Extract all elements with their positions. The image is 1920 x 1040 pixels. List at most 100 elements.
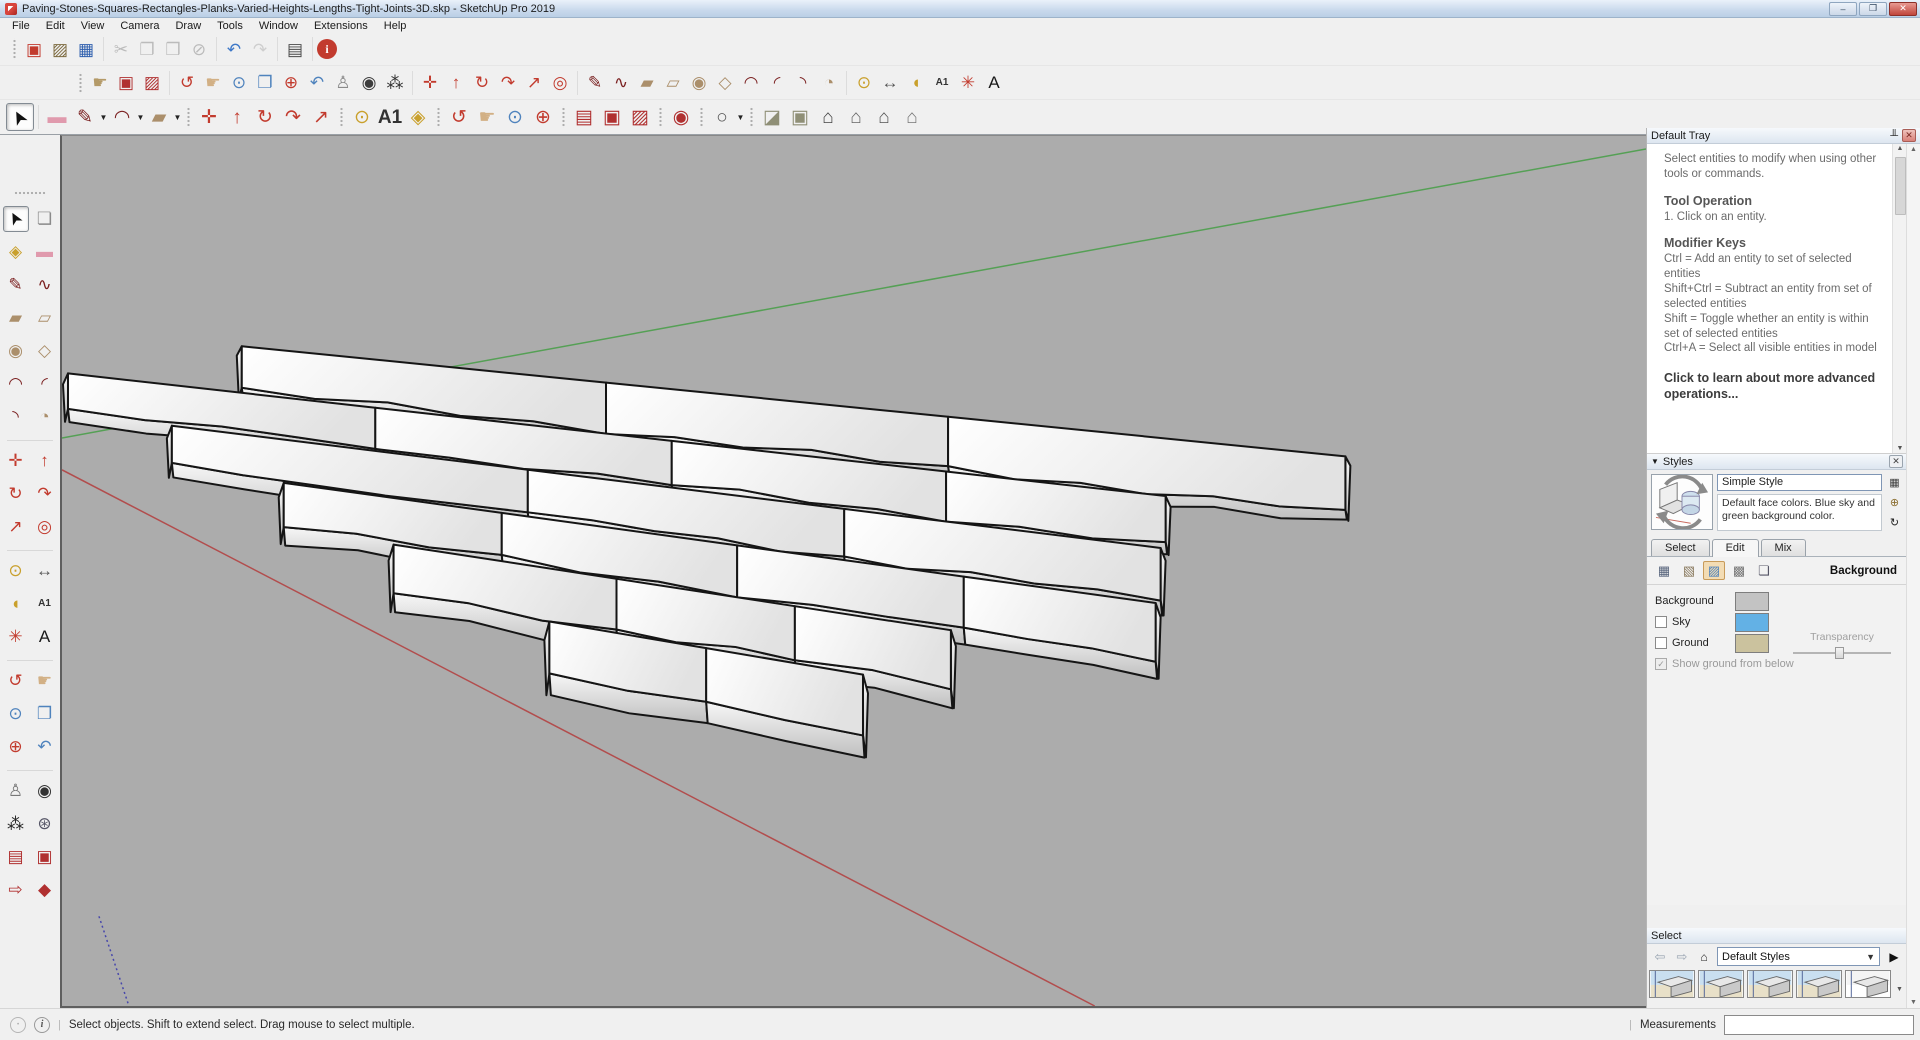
toolbar-drag-handle[interactable] bbox=[699, 106, 704, 128]
freehand-icon[interactable]: ∿ bbox=[608, 70, 634, 96]
text-icon[interactable]: A1 bbox=[929, 70, 955, 96]
protractor-icon[interactable]: ◖ bbox=[3, 591, 29, 617]
dimension-icon[interactable]: ↔ bbox=[32, 558, 58, 584]
rotated-rectangle-icon[interactable]: ▱ bbox=[32, 305, 58, 331]
eraser-icon[interactable]: ▬ bbox=[43, 103, 71, 131]
three-point-arc-icon[interactable]: ◝ bbox=[3, 404, 29, 430]
scroll-down-icon[interactable]: ▼ bbox=[1910, 999, 1917, 1006]
open-icon[interactable]: ▨ bbox=[47, 36, 73, 62]
line-icon[interactable]: ✎ bbox=[71, 103, 99, 131]
ground-color-swatch[interactable] bbox=[1735, 634, 1769, 653]
rectangle-icon[interactable]: ▰ bbox=[3, 305, 29, 331]
dropdown-arrow-icon[interactable]: ▼ bbox=[99, 113, 108, 122]
home-icon[interactable]: ⌂ bbox=[1695, 948, 1713, 966]
sky-checkbox[interactable] bbox=[1655, 616, 1667, 628]
style-thumbnail[interactable] bbox=[1649, 970, 1695, 998]
add-scene-icon[interactable]: ▤ bbox=[570, 103, 598, 131]
move-icon[interactable]: ✛ bbox=[195, 103, 223, 131]
follow-me-icon[interactable]: ↷ bbox=[32, 481, 58, 507]
two-point-arc-icon[interactable]: ◜ bbox=[32, 371, 58, 397]
update-style-icon[interactable]: ↻ bbox=[1887, 515, 1903, 530]
zoom-extents-icon[interactable]: ⊕ bbox=[529, 103, 557, 131]
menu-camera[interactable]: Camera bbox=[112, 19, 167, 33]
zoom-icon[interactable]: ⊙ bbox=[226, 70, 252, 96]
sky-color-swatch[interactable] bbox=[1735, 613, 1769, 632]
tape-measure-icon[interactable]: ⊙ bbox=[3, 558, 29, 584]
tray-scrollbar[interactable]: ▲ ▼ bbox=[1906, 144, 1920, 1008]
zoom-window-icon[interactable]: ❐ bbox=[32, 701, 58, 727]
credits-info-icon[interactable]: i bbox=[34, 1017, 50, 1033]
menu-window[interactable]: Window bbox=[251, 19, 306, 33]
text-icon[interactable]: A1 bbox=[32, 591, 58, 617]
orbit-icon[interactable]: ↺ bbox=[445, 103, 473, 131]
menu-draw[interactable]: Draw bbox=[167, 19, 209, 33]
send-to-layout-icon[interactable]: ⇨ bbox=[3, 877, 29, 903]
position-camera-icon[interactable]: ♙ bbox=[3, 778, 29, 804]
arc-icon[interactable]: ◠ bbox=[3, 371, 29, 397]
zoom-extents-icon[interactable]: ⊕ bbox=[3, 734, 29, 760]
two-point-arc-icon[interactable]: ◜ bbox=[764, 70, 790, 96]
iso-view-icon[interactable]: ◪ bbox=[758, 103, 786, 131]
forward-arrow-icon[interactable]: ⇨ bbox=[1673, 948, 1691, 966]
style-preview-thumbnail[interactable] bbox=[1651, 474, 1713, 530]
scale-icon[interactable]: ↗ bbox=[3, 514, 29, 540]
section-plane-icon[interactable]: ⊛ bbox=[32, 811, 58, 837]
make-component-icon[interactable]: ❏ bbox=[32, 206, 58, 232]
rotate-icon[interactable]: ↻ bbox=[3, 481, 29, 507]
style-thumbnail[interactable] bbox=[1845, 970, 1891, 998]
look-around-icon[interactable]: ◉ bbox=[32, 778, 58, 804]
dropdown-arrow-icon[interactable]: ▼ bbox=[173, 113, 182, 122]
protractor-icon[interactable]: ◖ bbox=[903, 70, 929, 96]
walk-icon[interactable]: ⁂ bbox=[3, 811, 29, 837]
move-icon[interactable]: ✛ bbox=[3, 448, 29, 474]
interact-icon[interactable]: ☛ bbox=[87, 70, 113, 96]
collapse-triangle-icon[interactable]: ▼ bbox=[1651, 457, 1659, 466]
dropdown-arrow-icon[interactable]: ▼ bbox=[736, 113, 745, 122]
three-point-arc-icon[interactable]: ◝ bbox=[790, 70, 816, 96]
styles-close-icon[interactable]: ✕ bbox=[1889, 455, 1903, 468]
toolbar-drag-handle[interactable] bbox=[186, 106, 191, 128]
copy-icon[interactable]: ❐ bbox=[134, 36, 160, 62]
background-color-swatch[interactable] bbox=[1735, 592, 1769, 611]
three-d-text-icon[interactable]: A bbox=[981, 70, 1007, 96]
menu-edit[interactable]: Edit bbox=[38, 19, 73, 33]
secondary-pane-icon[interactable]: ▦ bbox=[1887, 475, 1903, 490]
select-icon[interactable]: ➤ bbox=[3, 206, 29, 232]
top-view-icon[interactable]: ▣ bbox=[786, 103, 814, 131]
scale-icon[interactable]: ↗ bbox=[521, 70, 547, 96]
measurements-input[interactable] bbox=[1724, 1015, 1914, 1035]
arcs-icon[interactable]: ◠ bbox=[108, 103, 136, 131]
move-icon[interactable]: ✛ bbox=[417, 70, 443, 96]
zoom-extents-icon[interactable]: ⊕ bbox=[278, 70, 304, 96]
back-arrow-icon[interactable]: ⇦ bbox=[1651, 948, 1669, 966]
walk-icon[interactable]: ⁂ bbox=[382, 70, 408, 96]
offset-icon[interactable]: ◎ bbox=[547, 70, 573, 96]
follow-me-icon[interactable]: ↷ bbox=[495, 70, 521, 96]
style-thumbnail[interactable] bbox=[1796, 970, 1842, 998]
three-d-text-icon[interactable]: A bbox=[32, 624, 58, 650]
circle-tool-icon[interactable]: ○ bbox=[708, 103, 736, 131]
rotate-icon[interactable]: ↻ bbox=[469, 70, 495, 96]
eraser-icon[interactable]: ▬ bbox=[32, 239, 58, 265]
tray-close-icon[interactable]: ✕ bbox=[1902, 129, 1916, 142]
line-icon[interactable]: ✎ bbox=[582, 70, 608, 96]
instructor-scrollbar[interactable]: ▲ ▼ bbox=[1892, 144, 1907, 453]
pan-icon[interactable]: ☛ bbox=[32, 668, 58, 694]
modeling-settings-icon[interactable]: ❏ bbox=[1753, 561, 1775, 580]
previous-icon[interactable]: ↶ bbox=[32, 734, 58, 760]
scroll-up-icon[interactable]: ▲ bbox=[1897, 145, 1904, 152]
offset-icon[interactable]: ◎ bbox=[32, 514, 58, 540]
scale-icon[interactable]: ↗ bbox=[307, 103, 335, 131]
geolocation-icon[interactable]: · bbox=[10, 1017, 26, 1033]
styles-collection-dropdown[interactable]: Default Styles ▼ bbox=[1717, 947, 1880, 966]
right-view-icon[interactable]: ⌂ bbox=[842, 103, 870, 131]
dimension-icon[interactable]: ↔ bbox=[877, 70, 903, 96]
add-scene-icon[interactable]: ▤ bbox=[3, 844, 29, 870]
menu-tools[interactable]: Tools bbox=[209, 19, 251, 33]
dropdown-arrow-icon[interactable]: ▼ bbox=[136, 113, 145, 122]
pan-icon[interactable]: ☛ bbox=[473, 103, 501, 131]
front-view-icon[interactable]: ⌂ bbox=[814, 103, 842, 131]
toolbar-drag-handle[interactable] bbox=[12, 38, 17, 60]
extension-warehouse-icon[interactable]: ◆ bbox=[32, 877, 58, 903]
axes-icon[interactable]: ✳ bbox=[3, 624, 29, 650]
